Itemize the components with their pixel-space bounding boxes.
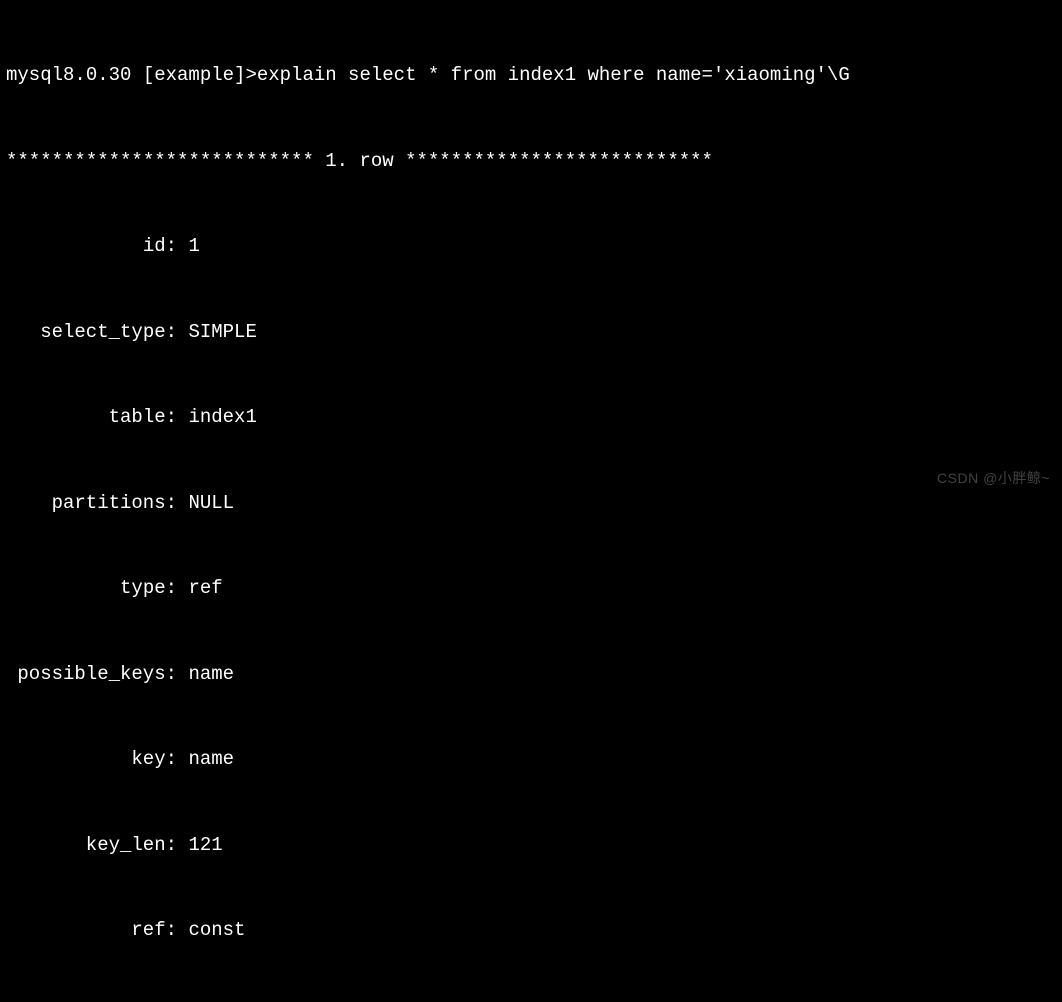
stars-right: ***************************	[394, 150, 713, 172]
stars-left: ***************************	[6, 150, 325, 172]
field-value: index1	[188, 403, 256, 432]
field-row-ref: ref: const	[6, 916, 1056, 945]
field-value: ref	[188, 574, 222, 603]
colon: :	[166, 232, 189, 261]
colon: :	[166, 403, 189, 432]
row-number: 1. row	[325, 150, 393, 172]
field-row-table: table: index1	[6, 403, 1056, 432]
field-value: SIMPLE	[188, 318, 256, 347]
colon: :	[166, 831, 189, 860]
field-name: partitions	[6, 489, 166, 518]
field-row-select-type: select_type: SIMPLE	[6, 318, 1056, 347]
field-value: NULL	[188, 489, 234, 518]
field-name: table	[6, 403, 166, 432]
field-name: key	[6, 745, 166, 774]
field-row-id: id: 1	[6, 232, 1056, 261]
field-value: 1	[188, 232, 199, 261]
field-row-key-len: key_len: 121	[6, 831, 1056, 860]
field-row-partitions: partitions: NULL	[6, 489, 1056, 518]
colon: :	[166, 574, 189, 603]
colon: :	[166, 745, 189, 774]
colon: :	[166, 660, 189, 689]
colon: :	[166, 916, 189, 945]
terminal-output: mysql8.0.30 [example]>explain select * f…	[6, 4, 1056, 1002]
command-text: explain select * from index1 where name=…	[257, 64, 850, 86]
row-separator: *************************** 1. row *****…	[6, 147, 1056, 176]
field-row-type: type: ref	[6, 574, 1056, 603]
field-value: name	[188, 745, 234, 774]
field-value: const	[188, 916, 245, 945]
colon: :	[166, 489, 189, 518]
field-name: possible_keys	[6, 660, 166, 689]
field-row-possible-keys: possible_keys: name	[6, 660, 1056, 689]
field-value: 121	[188, 831, 222, 860]
field-name: ref	[6, 916, 166, 945]
field-name: select_type	[6, 318, 166, 347]
prompt-text: mysql8.0.30 [example]>	[6, 64, 257, 86]
colon: :	[166, 318, 189, 347]
field-row-key: key: name	[6, 745, 1056, 774]
field-name: key_len	[6, 831, 166, 860]
field-name: id	[6, 232, 166, 261]
command-line[interactable]: mysql8.0.30 [example]>explain select * f…	[6, 61, 1056, 90]
watermark-text: CSDN @小胖鲸~	[937, 468, 1050, 489]
field-value: name	[188, 660, 234, 689]
field-name: type	[6, 574, 166, 603]
